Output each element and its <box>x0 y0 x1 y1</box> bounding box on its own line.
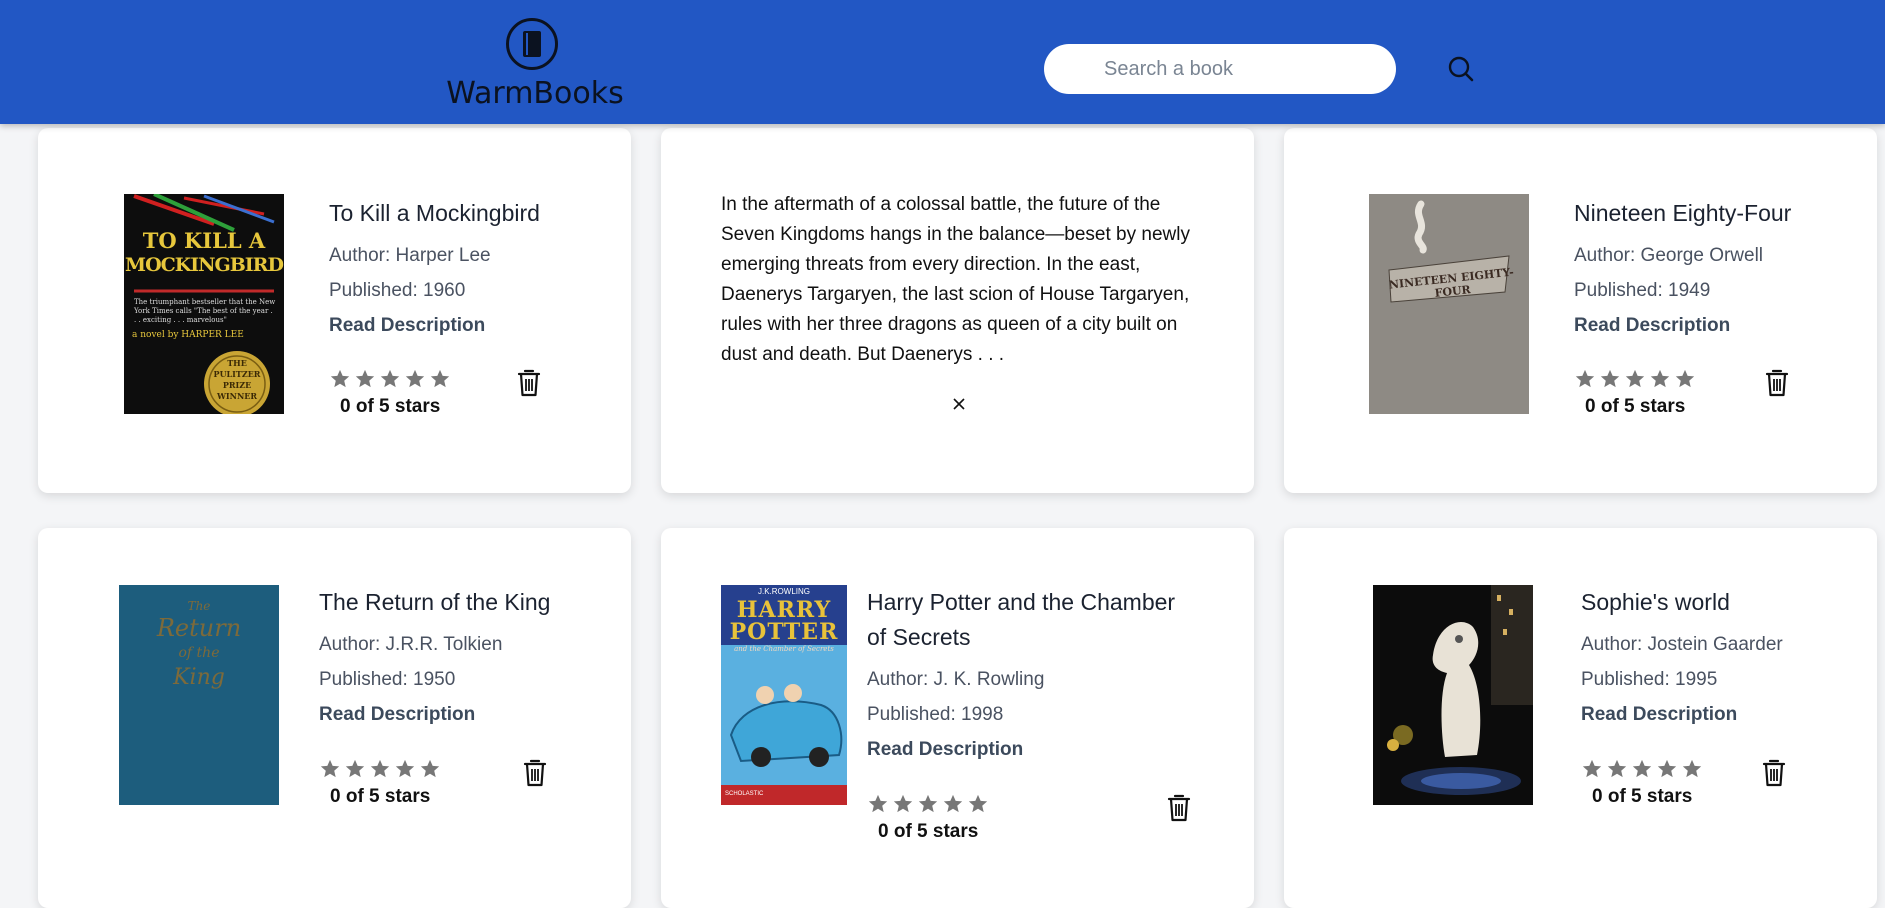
star-icon[interactable] <box>1624 368 1646 390</box>
book-cover-image: J.K.ROWLING HARRY POTTER and the Chamber… <box>721 585 847 805</box>
delete-trash-icon[interactable] <box>522 758 548 788</box>
star-icon[interactable] <box>319 758 341 780</box>
cover-title-line: Return <box>156 614 242 642</box>
search-icon[interactable] <box>1446 54 1476 84</box>
delete-trash-icon[interactable] <box>1166 793 1192 823</box>
seal-line: PULITZER <box>213 369 261 379</box>
cover-subtitle: and the Chamber of Secrets <box>734 645 834 653</box>
cover-title-line2: POTTER <box>729 619 839 645</box>
book-title: The Return of the King <box>319 589 551 615</box>
book-card: Sophie's world Author: Jostein Gaarder P… <box>1284 528 1877 908</box>
star-icon[interactable] <box>329 368 351 390</box>
cover-title-line1: TO KILL A <box>142 228 266 253</box>
read-description-link[interactable]: Read Description <box>867 739 1023 761</box>
star-icon[interactable] <box>1649 368 1671 390</box>
star-icon[interactable] <box>429 368 451 390</box>
rating-text: 0 of 5 stars <box>1592 786 1693 807</box>
book-published: Published: 1998 <box>867 704 1004 725</box>
star-icon[interactable] <box>1581 758 1603 780</box>
book-title-line: of Secrets <box>867 624 971 650</box>
star-icon[interactable] <box>379 368 401 390</box>
star-icon[interactable] <box>942 793 964 815</box>
book-title-line: Harry Potter and the Chamber <box>867 589 1176 615</box>
book-cover-image: The Return of the King <box>119 585 279 805</box>
seal-line: WINNER <box>216 391 258 401</box>
book-author: Author: Jostein Gaarder <box>1581 634 1783 655</box>
cover-seal: THE PULITZER PRIZE WINNER <box>208 358 266 402</box>
star-icon[interactable] <box>354 368 376 390</box>
star-icon[interactable] <box>1606 758 1628 780</box>
star-icon[interactable] <box>1631 758 1653 780</box>
book-card: The Return of the King The Return of the… <box>38 528 631 908</box>
cover-byline: a novel by HARPER LEE <box>132 330 244 340</box>
cover-title-line: of the <box>178 645 220 661</box>
star-icon[interactable] <box>867 793 889 815</box>
seal-line: PRIZE <box>222 380 252 390</box>
delete-trash-icon[interactable] <box>1764 368 1790 398</box>
book-title: To Kill a Mockingbird <box>329 200 540 226</box>
book-published: Published: 1950 <box>319 669 456 690</box>
book-cover-image: NINETEEN EIGHTY-FOUR <box>1369 194 1529 414</box>
cover-title-line2: MOCKINGBIRD <box>125 254 284 276</box>
book-published: Published: 1949 <box>1574 280 1711 301</box>
star-icon[interactable] <box>1681 758 1703 780</box>
book-card: TO KILL A MOCKINGBIRD The triumphant bes… <box>38 128 631 493</box>
book-card: NINETEEN EIGHTY-FOUR Nineteen Eighty-Fou… <box>1284 128 1877 493</box>
book-description-card: In the aftermath of a colossal battle, t… <box>661 128 1254 493</box>
cover-author: J.K.ROWLING <box>757 587 810 596</box>
cover-title-line: King <box>173 665 225 690</box>
star-rating <box>319 758 441 780</box>
star-icon[interactable] <box>1599 368 1621 390</box>
star-icon[interactable] <box>419 758 441 780</box>
book-logo-icon[interactable] <box>506 18 558 70</box>
seal-line: THE <box>227 358 247 368</box>
star-rating <box>329 368 451 390</box>
search-input[interactable] <box>1044 44 1396 94</box>
rating-text: 0 of 5 stars <box>878 821 979 842</box>
star-rating <box>867 793 989 815</box>
star-icon[interactable] <box>1674 368 1696 390</box>
book-cover-image <box>1373 585 1533 805</box>
star-icon[interactable] <box>1656 758 1678 780</box>
read-description-link[interactable]: Read Description <box>1574 315 1730 337</box>
book-description-text: In the aftermath of a colossal battle, t… <box>721 194 1190 365</box>
star-icon[interactable] <box>967 793 989 815</box>
star-rating <box>1581 758 1703 780</box>
close-icon[interactable] <box>951 396 967 412</box>
rating-text: 0 of 5 stars <box>330 786 431 807</box>
cover-title-line: The <box>187 599 211 613</box>
rating-text: 0 of 5 stars <box>1585 396 1686 417</box>
book-published: Published: 1995 <box>1581 669 1718 690</box>
delete-trash-icon[interactable] <box>516 368 542 398</box>
star-icon[interactable] <box>917 793 939 815</box>
book-card: J.K.ROWLING HARRY POTTER and the Chamber… <box>661 528 1254 908</box>
delete-trash-icon[interactable] <box>1761 758 1787 788</box>
book-author: Author: George Orwell <box>1574 245 1764 266</box>
star-icon[interactable] <box>394 758 416 780</box>
read-description-link[interactable]: Read Description <box>329 315 485 337</box>
book-cover-image: TO KILL A MOCKINGBIRD The triumphant bes… <box>124 194 284 414</box>
app-logo-text[interactable]: WarmBooks <box>440 76 630 111</box>
book-title: Nineteen Eighty-Four <box>1574 200 1792 226</box>
book-author: Author: J.R.R. Tolkien <box>319 634 503 655</box>
rating-text: 0 of 5 stars <box>340 396 441 417</box>
star-rating <box>1574 368 1696 390</box>
star-icon[interactable] <box>1574 368 1596 390</box>
cover-blurb: The triumphant bestseller that the New Y… <box>134 298 276 324</box>
app-header: WarmBooks <box>0 0 1885 124</box>
book-title: Harry Potter and the Chamber of Secrets <box>867 585 1175 655</box>
star-icon[interactable] <box>404 368 426 390</box>
star-icon[interactable] <box>369 758 391 780</box>
cover-publisher: SCHOLASTIC <box>725 791 764 797</box>
book-author: Author: Harper Lee <box>329 245 491 266</box>
book-published: Published: 1960 <box>329 280 466 301</box>
star-icon[interactable] <box>892 793 914 815</box>
book-author: Author: J. K. Rowling <box>867 669 1045 690</box>
read-description-link[interactable]: Read Description <box>1581 704 1737 726</box>
book-title: Sophie's world <box>1581 589 1730 615</box>
cover-title: The Return of the King <box>119 599 279 693</box>
read-description-link[interactable]: Read Description <box>319 704 475 726</box>
star-icon[interactable] <box>344 758 366 780</box>
